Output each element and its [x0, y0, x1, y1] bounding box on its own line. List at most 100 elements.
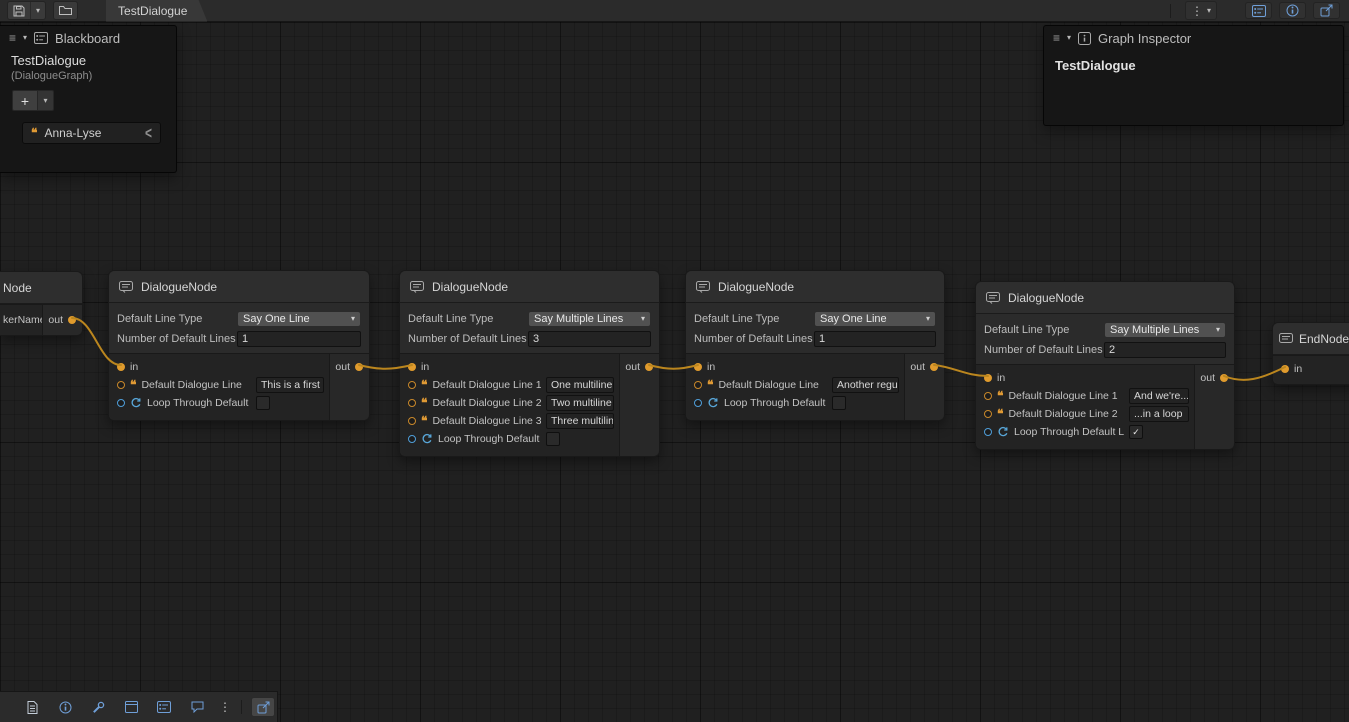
dialogue-line-field[interactable]: ...in a loop	[1129, 406, 1189, 422]
line-type-dropdown[interactable]: Say Multiple Lines ▾	[1104, 322, 1226, 338]
blackboard-add-row: + ▾	[12, 90, 176, 111]
input-port[interactable]	[984, 374, 992, 382]
output-port[interactable]	[355, 363, 363, 371]
add-property-dropdown[interactable]: ▾	[38, 90, 54, 111]
collapse-caret-icon[interactable]: ▾	[1067, 34, 1071, 42]
tools-button[interactable]	[86, 697, 110, 717]
num-lines-field[interactable]: 2	[1104, 342, 1226, 358]
clipped-node-left[interactable]: Node kerName out	[0, 271, 83, 336]
graph-tab[interactable]: TestDialogue	[106, 0, 207, 22]
output-port[interactable]	[930, 363, 938, 371]
line-port[interactable]	[408, 381, 416, 389]
dialogue-line-field[interactable]: Three multiline	[546, 413, 614, 429]
loop-icon	[421, 433, 433, 445]
loop-checkbox[interactable]	[256, 396, 270, 410]
open-folder-button[interactable]	[54, 2, 77, 19]
node-title-bar[interactable]: DialogueNode	[109, 271, 369, 303]
dialogue-line-row: ❝ Default Dialogue Line Another regu	[686, 376, 904, 394]
line-port[interactable]	[984, 392, 992, 400]
graph-inspector-panel[interactable]: ≡ ▾ Graph Inspector TestDialogue	[1043, 25, 1344, 126]
dialogue-line-row: ❝ Default Dialogue Line 2 ...in a loop	[976, 405, 1194, 423]
minimap-toggle-button[interactable]	[1313, 2, 1340, 19]
quote-icon: ❝	[997, 390, 1003, 402]
chevron-left-icon[interactable]: <	[145, 124, 152, 143]
node-title-bar[interactable]: DialogueNode	[400, 271, 659, 303]
dialogue-line-row: ❝ Default Dialogue Line 1 And we're...	[976, 387, 1194, 405]
overflow-menu-button[interactable]: ⋮	[218, 697, 232, 717]
collapse-caret-icon[interactable]: ▾	[23, 34, 27, 42]
dialogue-button[interactable]	[185, 697, 209, 717]
dialogue-line-field[interactable]: One multiline	[546, 377, 614, 393]
dialogue-line-value: And we're...	[1134, 390, 1189, 402]
dialogue-node-1[interactable]: DialogueNode Default Line Type Say One L…	[108, 270, 370, 421]
loop-port[interactable]	[984, 428, 992, 436]
line-type-dropdown[interactable]: Say One Line ▾	[237, 311, 361, 327]
node-title-bar[interactable]: Node	[0, 272, 82, 304]
num-lines-label: Number of Default Lines	[408, 333, 528, 345]
inspector-toggle-button[interactable]	[1279, 2, 1306, 19]
node-title-bar[interactable]: DialogueNode	[686, 271, 944, 303]
document-button[interactable]	[20, 697, 44, 717]
loop-port[interactable]	[408, 435, 416, 443]
node-title-bar[interactable]: DialogueNode	[976, 282, 1234, 314]
input-port[interactable]	[408, 363, 416, 371]
num-lines-field[interactable]: 1	[814, 331, 936, 347]
line-port[interactable]	[117, 381, 125, 389]
end-node-icon	[1279, 333, 1293, 345]
line-port[interactable]	[408, 417, 416, 425]
output-port[interactable]	[68, 316, 76, 324]
blackboard-field[interactable]: ❝ Anna-Lyse <	[22, 122, 161, 144]
dialogue-line-field[interactable]: Another regu	[832, 377, 899, 393]
loop-checkbox[interactable]	[832, 396, 846, 410]
line-type-dropdown[interactable]: Say Multiple Lines ▾	[528, 311, 651, 327]
dialogue-line-field[interactable]: Two multiline	[546, 395, 614, 411]
blackboard-icon	[1252, 5, 1266, 17]
blackboard-button[interactable]	[152, 697, 176, 717]
dialogue-node-4[interactable]: DialogueNode Default Line Type Say Multi…	[975, 281, 1235, 450]
num-lines-field[interactable]: 3	[528, 331, 651, 347]
dialogue-node-2[interactable]: DialogueNode Default Line Type Say Multi…	[399, 270, 660, 457]
caret-down-icon: ▾	[1216, 326, 1220, 334]
end-node[interactable]: EndNode in	[1272, 322, 1349, 385]
loop-label: Loop Through Default Lines?	[147, 397, 251, 409]
overflow-menu-button[interactable]: ⋮ ▾	[1185, 1, 1217, 20]
inspector-button[interactable]	[53, 697, 77, 717]
dialogue-line-field[interactable]: And we're...	[1129, 388, 1189, 404]
graph-inspector-header[interactable]: ≡ ▾ Graph Inspector	[1044, 26, 1343, 50]
loop-checkbox[interactable]	[546, 432, 560, 446]
blackboard-toggle-button[interactable]	[1245, 2, 1272, 19]
blackboard-header[interactable]: ≡ ▾ Blackboard	[0, 26, 176, 50]
line-type-dropdown[interactable]: Say One Line ▾	[814, 311, 936, 327]
output-port[interactable]	[1220, 374, 1228, 382]
num-lines-field[interactable]: 1	[237, 331, 361, 347]
open-graph-window-button[interactable]	[251, 697, 275, 717]
save-dropdown-button[interactable]: ▾	[30, 2, 45, 19]
save-button[interactable]	[8, 2, 30, 19]
dialogue-line-value: Another regu	[837, 379, 898, 391]
input-port[interactable]	[694, 363, 702, 371]
kebab-icon: ⋮	[219, 701, 231, 713]
node-title-bar[interactable]: EndNode	[1273, 323, 1349, 355]
node-title: Node	[3, 281, 32, 295]
window-button[interactable]	[119, 697, 143, 717]
line-type-label: Default Line Type	[694, 313, 814, 325]
drag-handle-icon[interactable]: ≡	[9, 32, 16, 44]
kebab-icon: ⋮	[1191, 5, 1203, 17]
drag-handle-icon[interactable]: ≡	[1053, 32, 1060, 44]
port-row-in: in	[976, 369, 1194, 387]
line-port[interactable]	[984, 410, 992, 418]
loop-checkbox[interactable]: ✓	[1129, 425, 1143, 439]
input-port[interactable]	[117, 363, 125, 371]
loop-port[interactable]	[694, 399, 702, 407]
dialogue-node-3[interactable]: DialogueNode Default Line Type Say One L…	[685, 270, 945, 421]
output-port[interactable]	[645, 363, 653, 371]
loop-port[interactable]	[117, 399, 125, 407]
input-port[interactable]	[1281, 365, 1289, 373]
line-port[interactable]	[694, 381, 702, 389]
out-port-label: out	[1200, 372, 1215, 384]
line-port[interactable]	[408, 399, 416, 407]
dialogue-line-field[interactable]: This is a first	[256, 377, 324, 393]
blackboard-panel[interactable]: ≡ ▾ Blackboard TestDialogue (DialogueGra…	[0, 25, 177, 173]
add-property-button[interactable]: +	[12, 90, 38, 111]
num-lines-label: Number of Default Lines	[984, 344, 1104, 356]
